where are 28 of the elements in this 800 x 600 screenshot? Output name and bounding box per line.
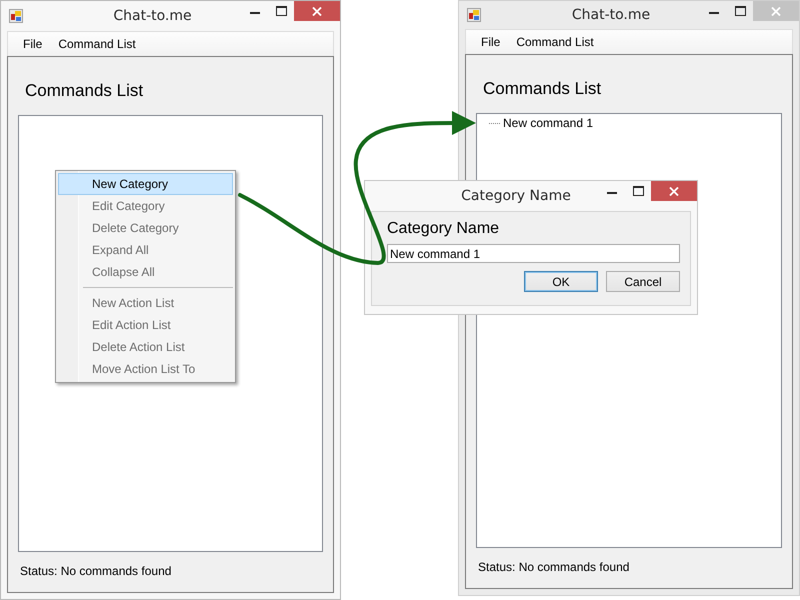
status-text: Status: No commands found [20,564,172,578]
close-button[interactable] [651,181,697,201]
menu-item[interactable]: File [474,33,508,51]
app-icon [467,8,481,22]
name-field[interactable]: New command 1 [387,244,680,263]
maximize-icon [734,6,746,16]
window-title: Chat-to.me [570,7,652,23]
maximize-icon [632,186,644,196]
window-title: Chat-to.me [112,8,193,24]
cancel-button[interactable]: Cancel [606,271,680,292]
panel-heading: Commands List [483,79,602,99]
dialog-title: Category Name [460,188,572,204]
tree-line [489,122,500,124]
field-label: Category Name [387,220,500,238]
context-menu-item[interactable]: New Category [58,173,233,195]
tree-item[interactable]: New command 1 [503,116,594,130]
maximize-icon [276,6,286,16]
menu-item[interactable]: Command List [509,33,601,51]
close-icon [669,186,679,196]
app-icon [9,9,23,23]
panel-heading: Commands List [25,81,144,101]
close-button[interactable] [294,1,340,21]
close-icon [312,6,322,16]
ok-button[interactable]: OK [524,271,598,292]
menu-item[interactable]: File [16,35,50,53]
close-icon [771,6,781,16]
menu-item[interactable]: Command List [51,35,143,53]
status-text: Status: No commands found [478,560,630,574]
